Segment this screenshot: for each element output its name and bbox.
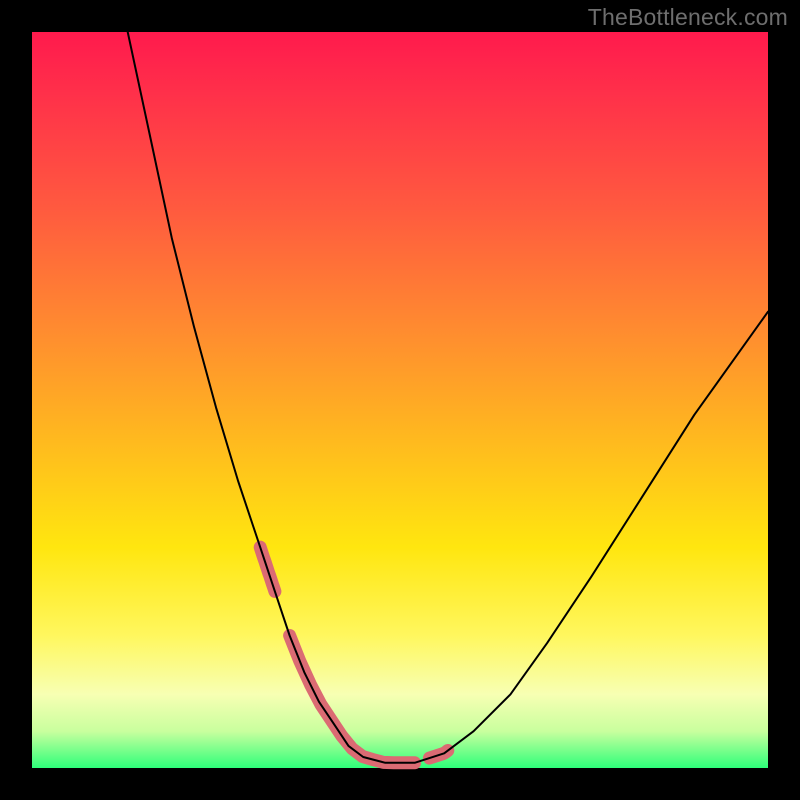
chart-frame: TheBottleneck.com [0,0,800,800]
bottleneck-curve-line [128,32,768,763]
chart-svg [32,32,768,768]
highlight-segment [290,636,415,763]
plot-area [32,32,768,768]
highlight-layer [260,547,448,763]
watermark-text: TheBottleneck.com [588,4,788,31]
